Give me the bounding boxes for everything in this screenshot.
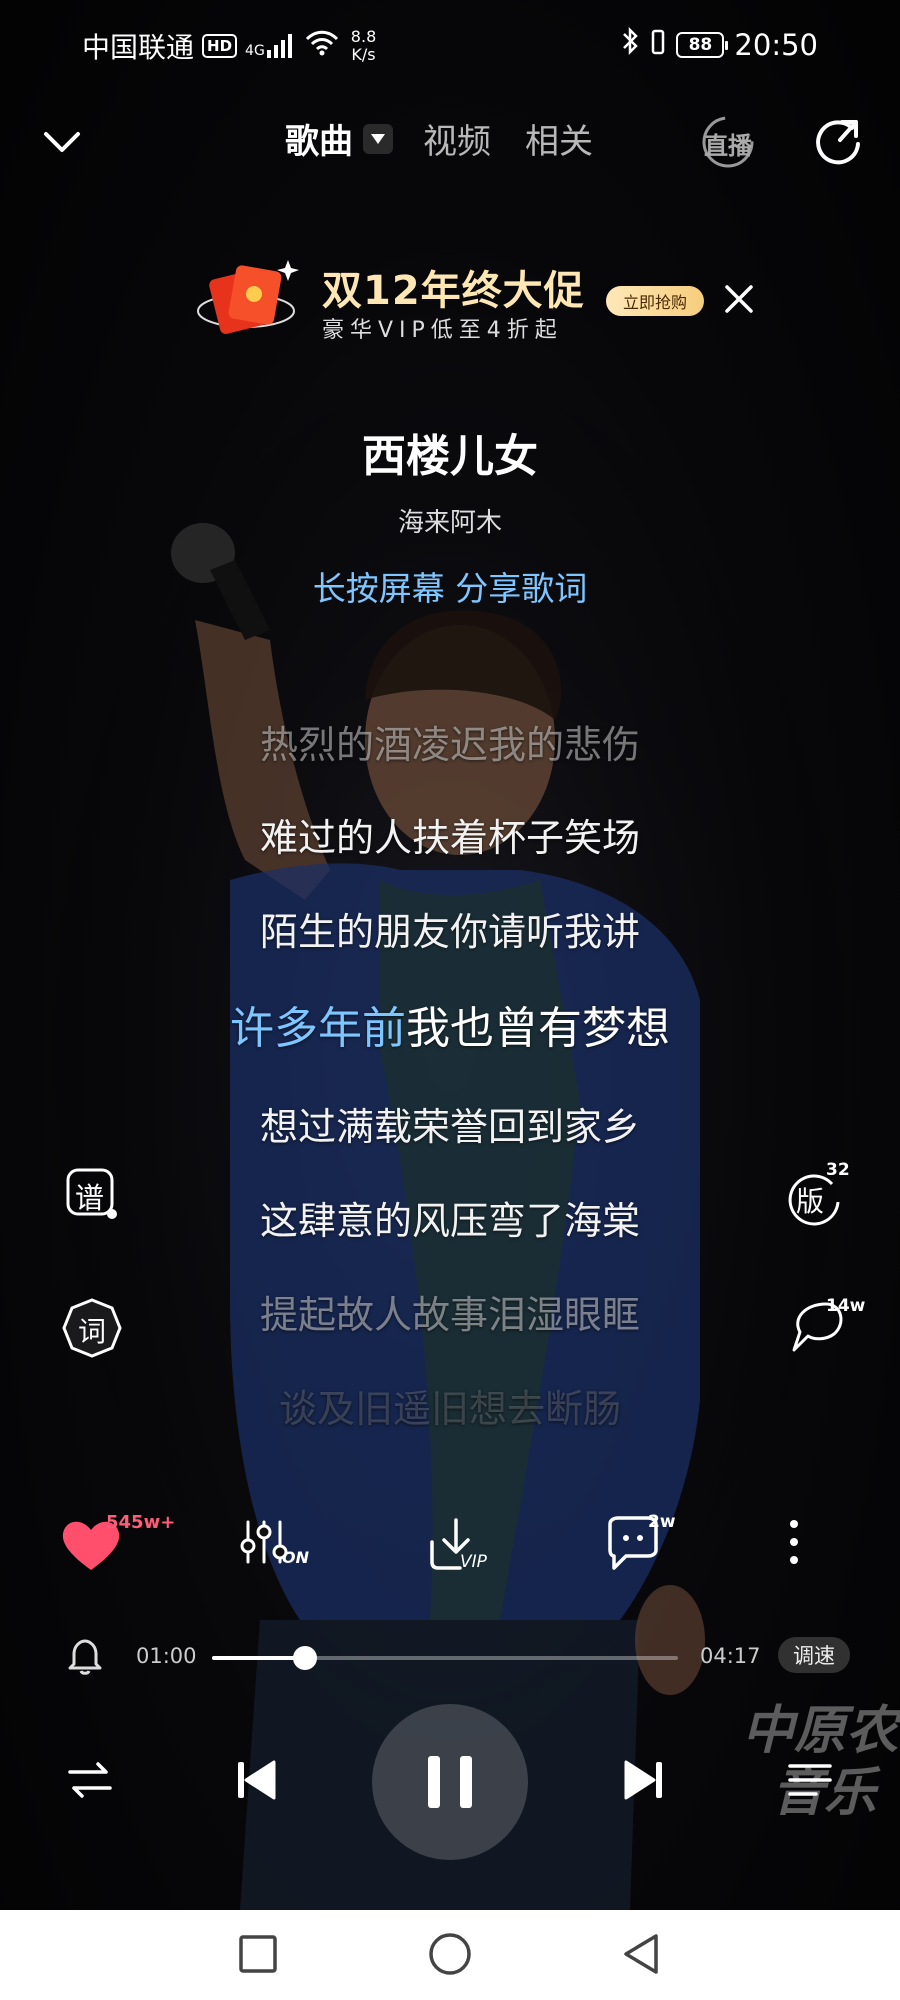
clock: 20:50	[734, 27, 818, 62]
tab-related[interactable]: 相关	[525, 114, 593, 163]
lyrics-label: 词	[78, 1315, 107, 1348]
status-bar: 中国联通 HD 4G 8.8 K/s 88 20:50	[0, 0, 900, 92]
more-options-icon[interactable]	[774, 1512, 814, 1576]
equalizer-icon[interactable]: ON	[238, 1512, 309, 1576]
system-nav-bar	[0, 1910, 900, 2000]
home-icon[interactable]	[428, 1932, 472, 1976]
repeat-mode-icon[interactable]	[66, 1756, 114, 1804]
current-lyric-rest: 我也曾有梦想	[406, 1003, 670, 1054]
bluetooth-icon	[620, 26, 640, 63]
total-time: 04:17	[700, 1644, 761, 1668]
recent-apps-icon[interactable]	[238, 1934, 278, 1974]
close-icon[interactable]	[722, 282, 756, 316]
song-artist[interactable]: 海来阿木	[0, 502, 900, 539]
promo-subtitle: 豪华VIP低至4折起	[322, 318, 563, 343]
lyric-line[interactable]: 这肆意的风压弯了海棠	[0, 1190, 900, 1245]
tab-video[interactable]: 视频	[423, 114, 491, 163]
battery-icon: 88	[676, 31, 729, 58]
comment-count-badge: 2w	[648, 1512, 676, 1532]
current-lyric-sung: 许多年前	[230, 1003, 406, 1054]
pause-icon	[428, 1756, 472, 1808]
collapse-chevron-icon[interactable]	[38, 118, 86, 166]
progress-bar[interactable]	[212, 1646, 678, 1670]
back-icon[interactable]	[620, 1932, 664, 1976]
tab-song[interactable]: 歌曲	[285, 114, 353, 163]
version-label: 版	[796, 1185, 825, 1218]
lyrics-poster-button[interactable]: 词	[60, 1296, 124, 1360]
share-icon[interactable]	[812, 114, 864, 166]
current-lyric-line[interactable]: 许多年前我也曾有梦想	[0, 992, 900, 1056]
top-nav: 歌曲 视频 相关 直播	[0, 100, 900, 180]
wifi-icon	[305, 30, 339, 63]
comments-count-badge: 14w	[826, 1296, 866, 1316]
current-time: 01:00	[136, 1644, 197, 1668]
content-tabs: 歌曲 视频 相关	[285, 114, 627, 163]
download-icon[interactable]: VIP	[420, 1512, 490, 1576]
lyric-line[interactable]: 陌生的朋友你请听我讲	[0, 901, 900, 956]
music-score-button[interactable]: 谱	[60, 1162, 124, 1226]
next-track-icon[interactable]	[620, 1756, 668, 1804]
red-envelope-icon	[196, 256, 306, 346]
download-vip-tag: VIP	[460, 1552, 487, 1572]
like-count-badge: 545w+	[106, 1512, 176, 1533]
network-speed: 8.8 K/s	[350, 27, 377, 64]
playback-speed-button[interactable]: 调速	[778, 1637, 850, 1673]
song-title: 西楼儿女	[362, 431, 538, 482]
lyric-line[interactable]: 想过满载荣誉回到家乡	[0, 1096, 900, 1151]
pause-button[interactable]	[372, 1704, 528, 1860]
hd-icon: HD	[202, 34, 238, 58]
version-count-badge: 32	[826, 1160, 850, 1180]
caret-down-icon[interactable]	[363, 123, 393, 154]
vibrate-icon	[650, 28, 666, 62]
promo-title: 双12年终大促	[322, 268, 585, 314]
promo-banner[interactable]: 双12年终大促 豪华VIP低至4折起 立即抢购	[196, 256, 756, 346]
lyric-line[interactable]: 热烈的酒凌迟我的悲伤	[0, 714, 900, 769]
equalizer-state: ON	[282, 1548, 309, 1567]
alarm-bell-icon[interactable]	[66, 1636, 104, 1676]
channel-watermark: 中原农 音乐	[742, 1701, 899, 1823]
progress-fill	[212, 1656, 306, 1660]
lyric-line[interactable]: 难过的人扶着杯子笑场	[0, 807, 900, 862]
lyric-line[interactable]: 谈及旧遥旧想去断肠	[0, 1378, 900, 1433]
promo-buy-button[interactable]: 立即抢购	[606, 286, 704, 316]
signal-icon: 4G	[245, 34, 297, 58]
previous-track-icon[interactable]	[232, 1756, 280, 1804]
progress-knob[interactable]	[293, 1646, 318, 1670]
score-label: 谱	[75, 1181, 105, 1215]
live-stream-button[interactable]: 直播	[700, 114, 756, 170]
share-lyrics-hint: 长按屏幕 分享歌词	[312, 569, 588, 608]
lyric-line[interactable]: 提起故人故事泪湿眼眶	[0, 1284, 900, 1339]
carrier-name: 中国联通	[82, 31, 195, 64]
live-label: 直播	[704, 132, 752, 160]
